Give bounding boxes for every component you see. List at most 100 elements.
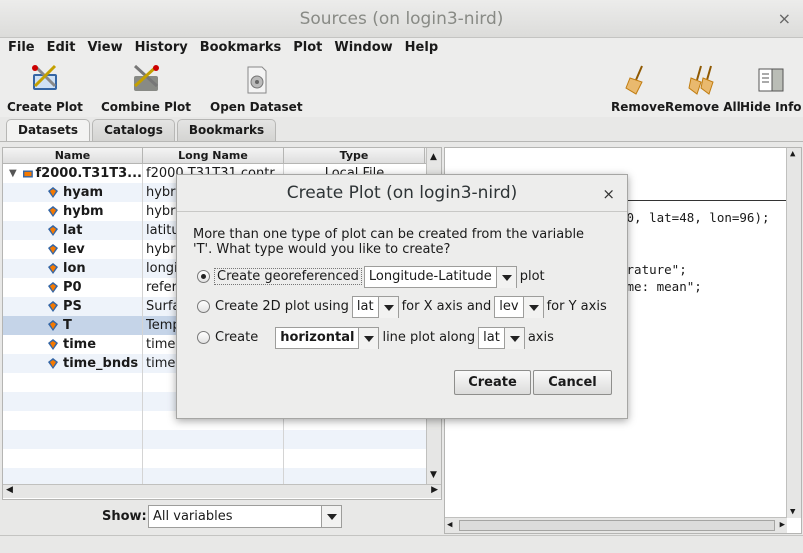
menu-history[interactable]: History — [135, 38, 188, 59]
show-filter-value: All variables — [153, 509, 233, 524]
create-button[interactable]: Create — [454, 370, 531, 395]
option-georeferenced-suffix: plot — [519, 269, 545, 284]
variable-name: P0 — [63, 280, 82, 295]
remove-all-label: Remove All — [665, 100, 741, 114]
variable-icon — [48, 358, 58, 369]
chevron-down-icon[interactable] — [522, 296, 543, 318]
scroll-down-icon[interactable]: ▼ — [790, 507, 795, 517]
variable-icon — [48, 206, 58, 217]
scroll-up-icon[interactable]: ▲ — [790, 149, 795, 159]
window-close-icon[interactable]: × — [778, 9, 791, 28]
scroll-right-icon[interactable]: ▶ — [431, 485, 438, 495]
remove-label: Remove — [611, 100, 666, 114]
dialog-message: More than one type of plot can be create… — [193, 227, 584, 257]
x-axis-select[interactable]: lat — [351, 295, 399, 318]
create-plot-dialog: Create Plot (on login3-nird) × More than… — [176, 174, 628, 419]
combine-plot-button[interactable]: Combine Plot — [101, 64, 191, 114]
scroll-left-icon[interactable]: ◀ — [6, 485, 13, 495]
tab-divider — [0, 141, 803, 142]
tab-datasets[interactable]: Datasets — [6, 119, 91, 141]
chevron-down-icon[interactable] — [358, 327, 379, 349]
column-header-name[interactable]: Name — [3, 148, 143, 163]
create-plot-icon — [31, 64, 57, 90]
option-2d-plot-mid: for X axis and — [401, 299, 492, 314]
radio-line-plot[interactable] — [197, 331, 210, 344]
y-axis-select[interactable]: lev — [494, 295, 544, 318]
option-georeferenced-label[interactable]: Create georeferenced — [214, 268, 362, 285]
option-line-plot-label[interactable]: Create — [215, 330, 258, 345]
menu-file[interactable]: File — [8, 38, 35, 59]
create-plot-button[interactable]: Create Plot — [7, 64, 83, 114]
tab-catalogs[interactable]: Catalogs — [92, 119, 175, 141]
table-header: Name Long Name Type — [3, 148, 441, 164]
info-line-dims: 30, lat=48, lon=96); — [619, 210, 770, 225]
variable-icon — [48, 301, 58, 312]
cancel-button[interactable]: Cancel — [533, 370, 612, 395]
chevron-down-icon[interactable] — [377, 296, 398, 318]
x-axis-select-value: lat — [356, 298, 374, 314]
info-horizontal-scrollbar[interactable]: ◀ ▶ — [445, 517, 787, 533]
column-header-long-name[interactable]: Long Name — [143, 148, 284, 163]
hide-info-button[interactable]: Hide Info — [740, 64, 802, 114]
hide-info-icon — [758, 68, 784, 92]
status-bar — [0, 535, 803, 553]
menu-help[interactable]: Help — [405, 38, 438, 59]
radio-2d-plot[interactable] — [197, 300, 210, 313]
scroll-left-icon[interactable]: ◀ — [447, 520, 452, 530]
variable-icon — [48, 225, 58, 236]
line-orientation-value: horizontal — [280, 329, 355, 345]
menu-bookmarks[interactable]: Bookmarks — [200, 38, 282, 59]
variable-icon — [48, 339, 58, 350]
option-2d-plot-label[interactable]: Create 2D plot using — [215, 299, 349, 314]
option-georeferenced: Create georeferenced Longitude-Latitude … — [197, 265, 545, 288]
variable-name: T — [63, 318, 72, 333]
option-2d-plot: Create 2D plot using lat for X axis and … — [197, 295, 607, 318]
show-filter-bar: Show: All variables — [0, 503, 443, 531]
empty-row — [3, 430, 441, 449]
dialog-message-line: More than one type of plot can be create… — [193, 227, 585, 242]
create-plot-label: Create Plot — [7, 100, 83, 114]
dialog-title: Create Plot (on login3-nird) — [286, 183, 518, 203]
variable-name: time — [63, 337, 97, 352]
chevron-down-icon[interactable] — [503, 327, 524, 349]
scroll-up-icon[interactable]: ▲ — [430, 152, 437, 162]
dialog-message-line: 'T'. What type would you like to create? — [193, 242, 451, 257]
line-axis-select[interactable]: lat — [478, 326, 525, 349]
tab-bookmarks[interactable]: Bookmarks — [176, 119, 277, 141]
show-label: Show: — [102, 509, 147, 524]
scroll-thumb[interactable] — [459, 520, 775, 531]
remove-button[interactable]: Remove — [611, 64, 665, 114]
dialog-close-icon[interactable]: × — [602, 185, 615, 203]
column-header-type[interactable]: Type — [284, 148, 425, 163]
variable-icon — [48, 320, 58, 331]
chevron-down-icon[interactable] — [321, 506, 341, 527]
info-line-cell-methods: ime: mean"; — [619, 279, 702, 294]
option-2d-plot-suffix: for Y axis — [546, 299, 607, 314]
show-filter-select[interactable]: All variables — [148, 505, 342, 528]
projection-select[interactable]: Longitude-Latitude — [363, 265, 517, 288]
radio-georeferenced[interactable] — [197, 270, 210, 283]
variable-name: hyam — [63, 185, 104, 200]
menu-plot[interactable]: Plot — [293, 38, 322, 59]
scroll-right-icon[interactable]: ▶ — [780, 520, 785, 530]
table-horizontal-scrollbar[interactable]: ◀ ▶ — [3, 484, 441, 498]
chevron-down-icon[interactable] — [495, 266, 516, 288]
open-dataset-button[interactable]: Open Dataset — [210, 64, 303, 114]
option-line-plot-mid: line plot along — [382, 330, 476, 345]
broom-icon — [625, 65, 643, 95]
variable-name: lon — [63, 261, 86, 276]
variable-icon — [48, 263, 58, 274]
variable-name: hybm — [63, 204, 104, 219]
line-orientation-select[interactable]: horizontal — [275, 326, 380, 349]
window-title: Sources (on login3-nird) — [299, 9, 504, 29]
scroll-down-icon[interactable]: ▼ — [430, 470, 437, 480]
menu-edit[interactable]: Edit — [47, 38, 76, 59]
menu-view[interactable]: View — [87, 38, 122, 59]
dataset-name: f2000.T31T3... — [35, 166, 142, 181]
remove-all-button[interactable]: Remove All — [665, 64, 741, 114]
info-vertical-scrollbar[interactable]: ▲ ▼ — [786, 148, 801, 518]
variable-icon — [48, 282, 58, 293]
toolbar: Create Plot Combine Plot Open Dataset Re… — [0, 59, 803, 117]
expand-triangle-icon[interactable]: ▼ — [9, 168, 17, 179]
menu-window[interactable]: Window — [334, 38, 392, 59]
